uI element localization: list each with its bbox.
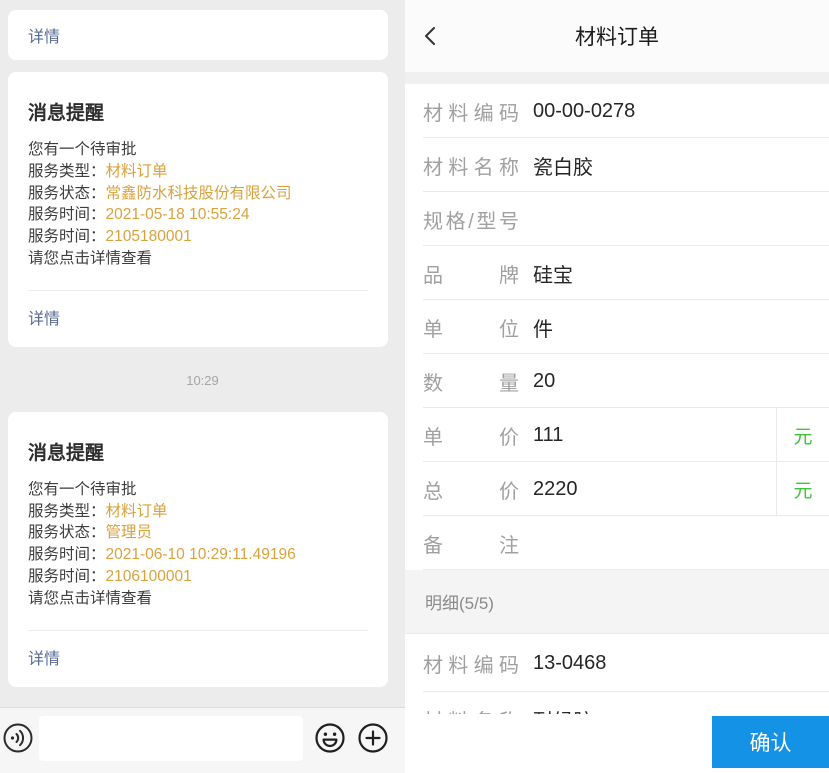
detail-section-header: 明细(5/5) [405,570,829,634]
field-value: 常鑫防水科技股份有限公司 [106,185,292,202]
form-row-unit[interactable]: 单位 件 [405,300,829,354]
plus-icon[interactable] [357,722,389,754]
field-value: 硅宝 [533,259,829,288]
message-field: 服务时间：2021-06-10 10:29:11.49196 [28,544,368,566]
form-row-detail-material-code[interactable]: 材料编码 13-0468 [405,634,829,692]
field-value: 2220 [533,478,776,501]
form-row-spec-model[interactable]: 规格/型号 [405,192,829,246]
section-label: 明细(5/5) [425,589,494,614]
detail-link[interactable]: 详情 [28,311,60,328]
message-footer: 请您点击详情查看 [28,588,368,610]
field-label: 材料编码 [423,97,519,126]
field-value: 件 [533,313,829,342]
message-footer: 请您点击详情查看 [28,248,368,270]
form-row-brand[interactable]: 品牌 硅宝 [405,246,829,300]
field-label: 服务类型： [28,503,106,520]
field-value: 管理员 [106,524,153,541]
field-label: 服务时间： [28,228,106,245]
page-title: 材料订单 [405,0,829,72]
detail-link[interactable]: 详情 [28,23,60,47]
field-value: 111 [533,424,776,447]
field-value: 00-00-0278 [533,100,829,123]
detail-link[interactable]: 详情 [28,651,60,668]
screen: 详情 消息提醒 您有一个待审批 服务类型：材料订单 服务状态：常鑫防水科技股份有… [0,0,829,773]
field-label: 服务时间： [28,546,106,563]
header-band [405,72,829,84]
message-body: 您有一个待审批 服务类型：材料订单 服务状态：管理员 服务时间：2021-06-… [28,479,368,610]
field-label: 备注 [423,529,519,558]
currency-unit: 元 [776,408,829,462]
voice-icon[interactable] [2,722,34,754]
order-header: 材料订单 [405,0,829,72]
message-card: 消息提醒 您有一个待审批 服务类型：材料订单 服务状态：常鑫防水科技股份有限公司… [8,72,388,347]
message-field: 服务状态：常鑫防水科技股份有限公司 [28,183,368,205]
field-label: 服务时间： [28,206,106,223]
field-value: 材料订单 [106,503,168,520]
message-field: 服务类型：材料订单 [28,161,368,183]
message-intro: 您有一个待审批 [28,479,368,501]
field-value: 2021-06-10 10:29:11.49196 [106,546,296,563]
form-row-quantity[interactable]: 数量 20 [405,354,829,408]
order-footer: 确认 [405,714,829,773]
chat-panel: 详情 消息提醒 您有一个待审批 服务类型：材料订单 服务状态：常鑫防水科技股份有… [0,0,405,773]
field-value: 13-0468 [533,652,829,675]
field-label: 材料编码 [423,649,519,678]
field-label: 总价 [423,475,519,504]
field-label: 服务状态： [28,524,106,541]
form-row-material-name[interactable]: 材料名称 瓷白胶 [405,138,829,192]
field-label: 规格/型号 [423,205,519,234]
field-value: 20 [533,370,829,393]
field-label: 服务时间： [28,568,106,585]
form-row-unit-price[interactable]: 单价 111 元 [405,408,829,462]
currency-unit: 元 [776,462,829,516]
message-field: 服务时间：2021-05-18 10:55:24 [28,204,368,226]
message-card: 消息提醒 您有一个待审批 服务类型：材料订单 服务状态：管理员 服务时间：202… [8,412,388,687]
message-field: 服务类型：材料订单 [28,501,368,523]
field-label: 材料名称 [423,151,519,180]
chat-timestamp: 10:29 [0,373,405,388]
field-label: 服务状态： [28,185,106,202]
message-field: 服务状态：管理员 [28,522,368,544]
field-value: 材料订单 [106,163,168,180]
chat-input-bar [0,707,405,773]
emoji-icon[interactable] [314,722,346,754]
confirm-button[interactable]: 确认 [712,716,829,768]
field-label: 品牌 [423,259,519,288]
field-label: 单位 [423,313,519,342]
field-value: 2021-05-18 10:55:24 [106,206,250,223]
form-row-material-code[interactable]: 材料编码 00-00-0278 [405,84,829,138]
message-title: 消息提醒 [28,438,368,465]
message-field: 服务时间：2106100001 [28,566,368,588]
field-value: 2105180001 [106,228,192,245]
message-title: 消息提醒 [28,98,368,125]
message-field: 服务时间：2105180001 [28,226,368,248]
message-card-partial: 详情 [8,10,388,60]
field-label: 数量 [423,367,519,396]
message-intro: 您有一个待审批 [28,139,368,161]
field-value: 瓷白胶 [533,151,829,180]
message-body: 您有一个待审批 服务类型：材料订单 服务状态：常鑫防水科技股份有限公司 服务时间… [28,139,368,270]
order-panel: 材料订单 材料编码 00-00-0278 材料名称 瓷白胶 规格/型号 品牌 硅… [405,0,829,773]
field-label: 单价 [423,421,519,450]
chat-text-input[interactable] [39,716,303,761]
form-row-total-price[interactable]: 总价 2220 元 [405,462,829,516]
field-value: 2106100001 [106,568,192,585]
field-label: 服务类型： [28,163,106,180]
form-row-remark[interactable]: 备注 [405,516,829,570]
